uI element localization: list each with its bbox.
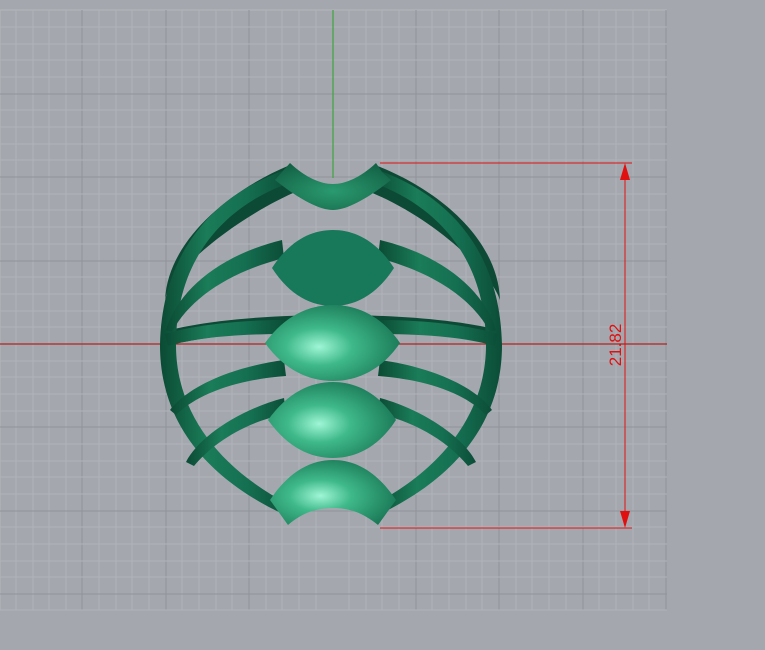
arrowhead-top-icon (620, 163, 630, 180)
bottom-cap (270, 460, 396, 525)
central-lenses (265, 163, 400, 525)
lens-1 (272, 230, 394, 306)
dimension-value: 21.82 (606, 324, 625, 367)
viewport-canvas[interactable]: 21.82 (0, 0, 765, 650)
3d-viewport[interactable]: 21.82 (0, 0, 765, 650)
arrowhead-bottom-icon (620, 511, 630, 528)
lens-3 (268, 382, 396, 458)
vertical-dimension[interactable]: 21.82 (380, 162, 632, 529)
